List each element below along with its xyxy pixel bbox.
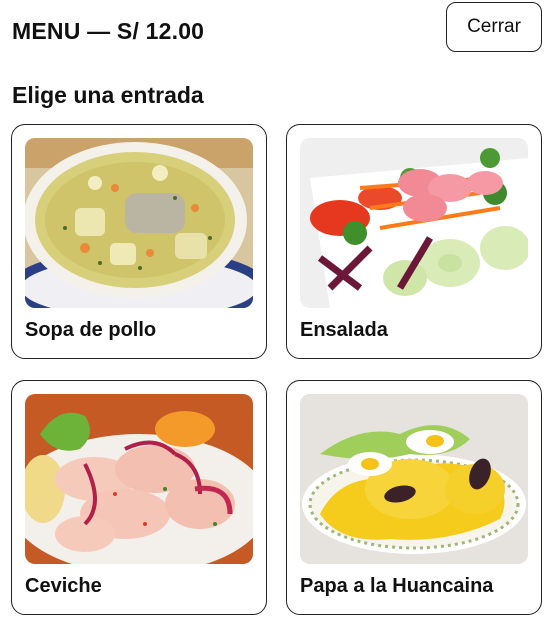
dish-label: Sopa de pollo — [25, 319, 157, 341]
dish-label: Ensalada — [300, 319, 388, 341]
dish-label: Ceviche — [25, 575, 102, 597]
dish-card-ceviche[interactable]: Ceviche — [11, 380, 267, 615]
header: MENU — S/ 12.00 Cerrar — [12, 2, 542, 56]
dish-image-chicken-soup — [25, 138, 253, 308]
dish-card-ensalada[interactable]: Ensalada — [286, 124, 542, 359]
section-subtitle: Elige una entrada — [12, 82, 204, 108]
close-button[interactable]: Cerrar — [446, 2, 542, 52]
dish-image-salad — [300, 138, 528, 308]
menu-title: MENU — S/ 12.00 — [12, 18, 205, 44]
dish-image-papa-huancaina — [300, 394, 528, 564]
dish-card-sopa-de-pollo[interactable]: Sopa de pollo — [11, 124, 267, 359]
dish-card-papa-a-la-huancaina[interactable]: Papa a la Huancaina — [286, 380, 542, 615]
dish-label: Papa a la Huancaina — [300, 575, 494, 597]
dish-image-ceviche — [25, 394, 253, 564]
